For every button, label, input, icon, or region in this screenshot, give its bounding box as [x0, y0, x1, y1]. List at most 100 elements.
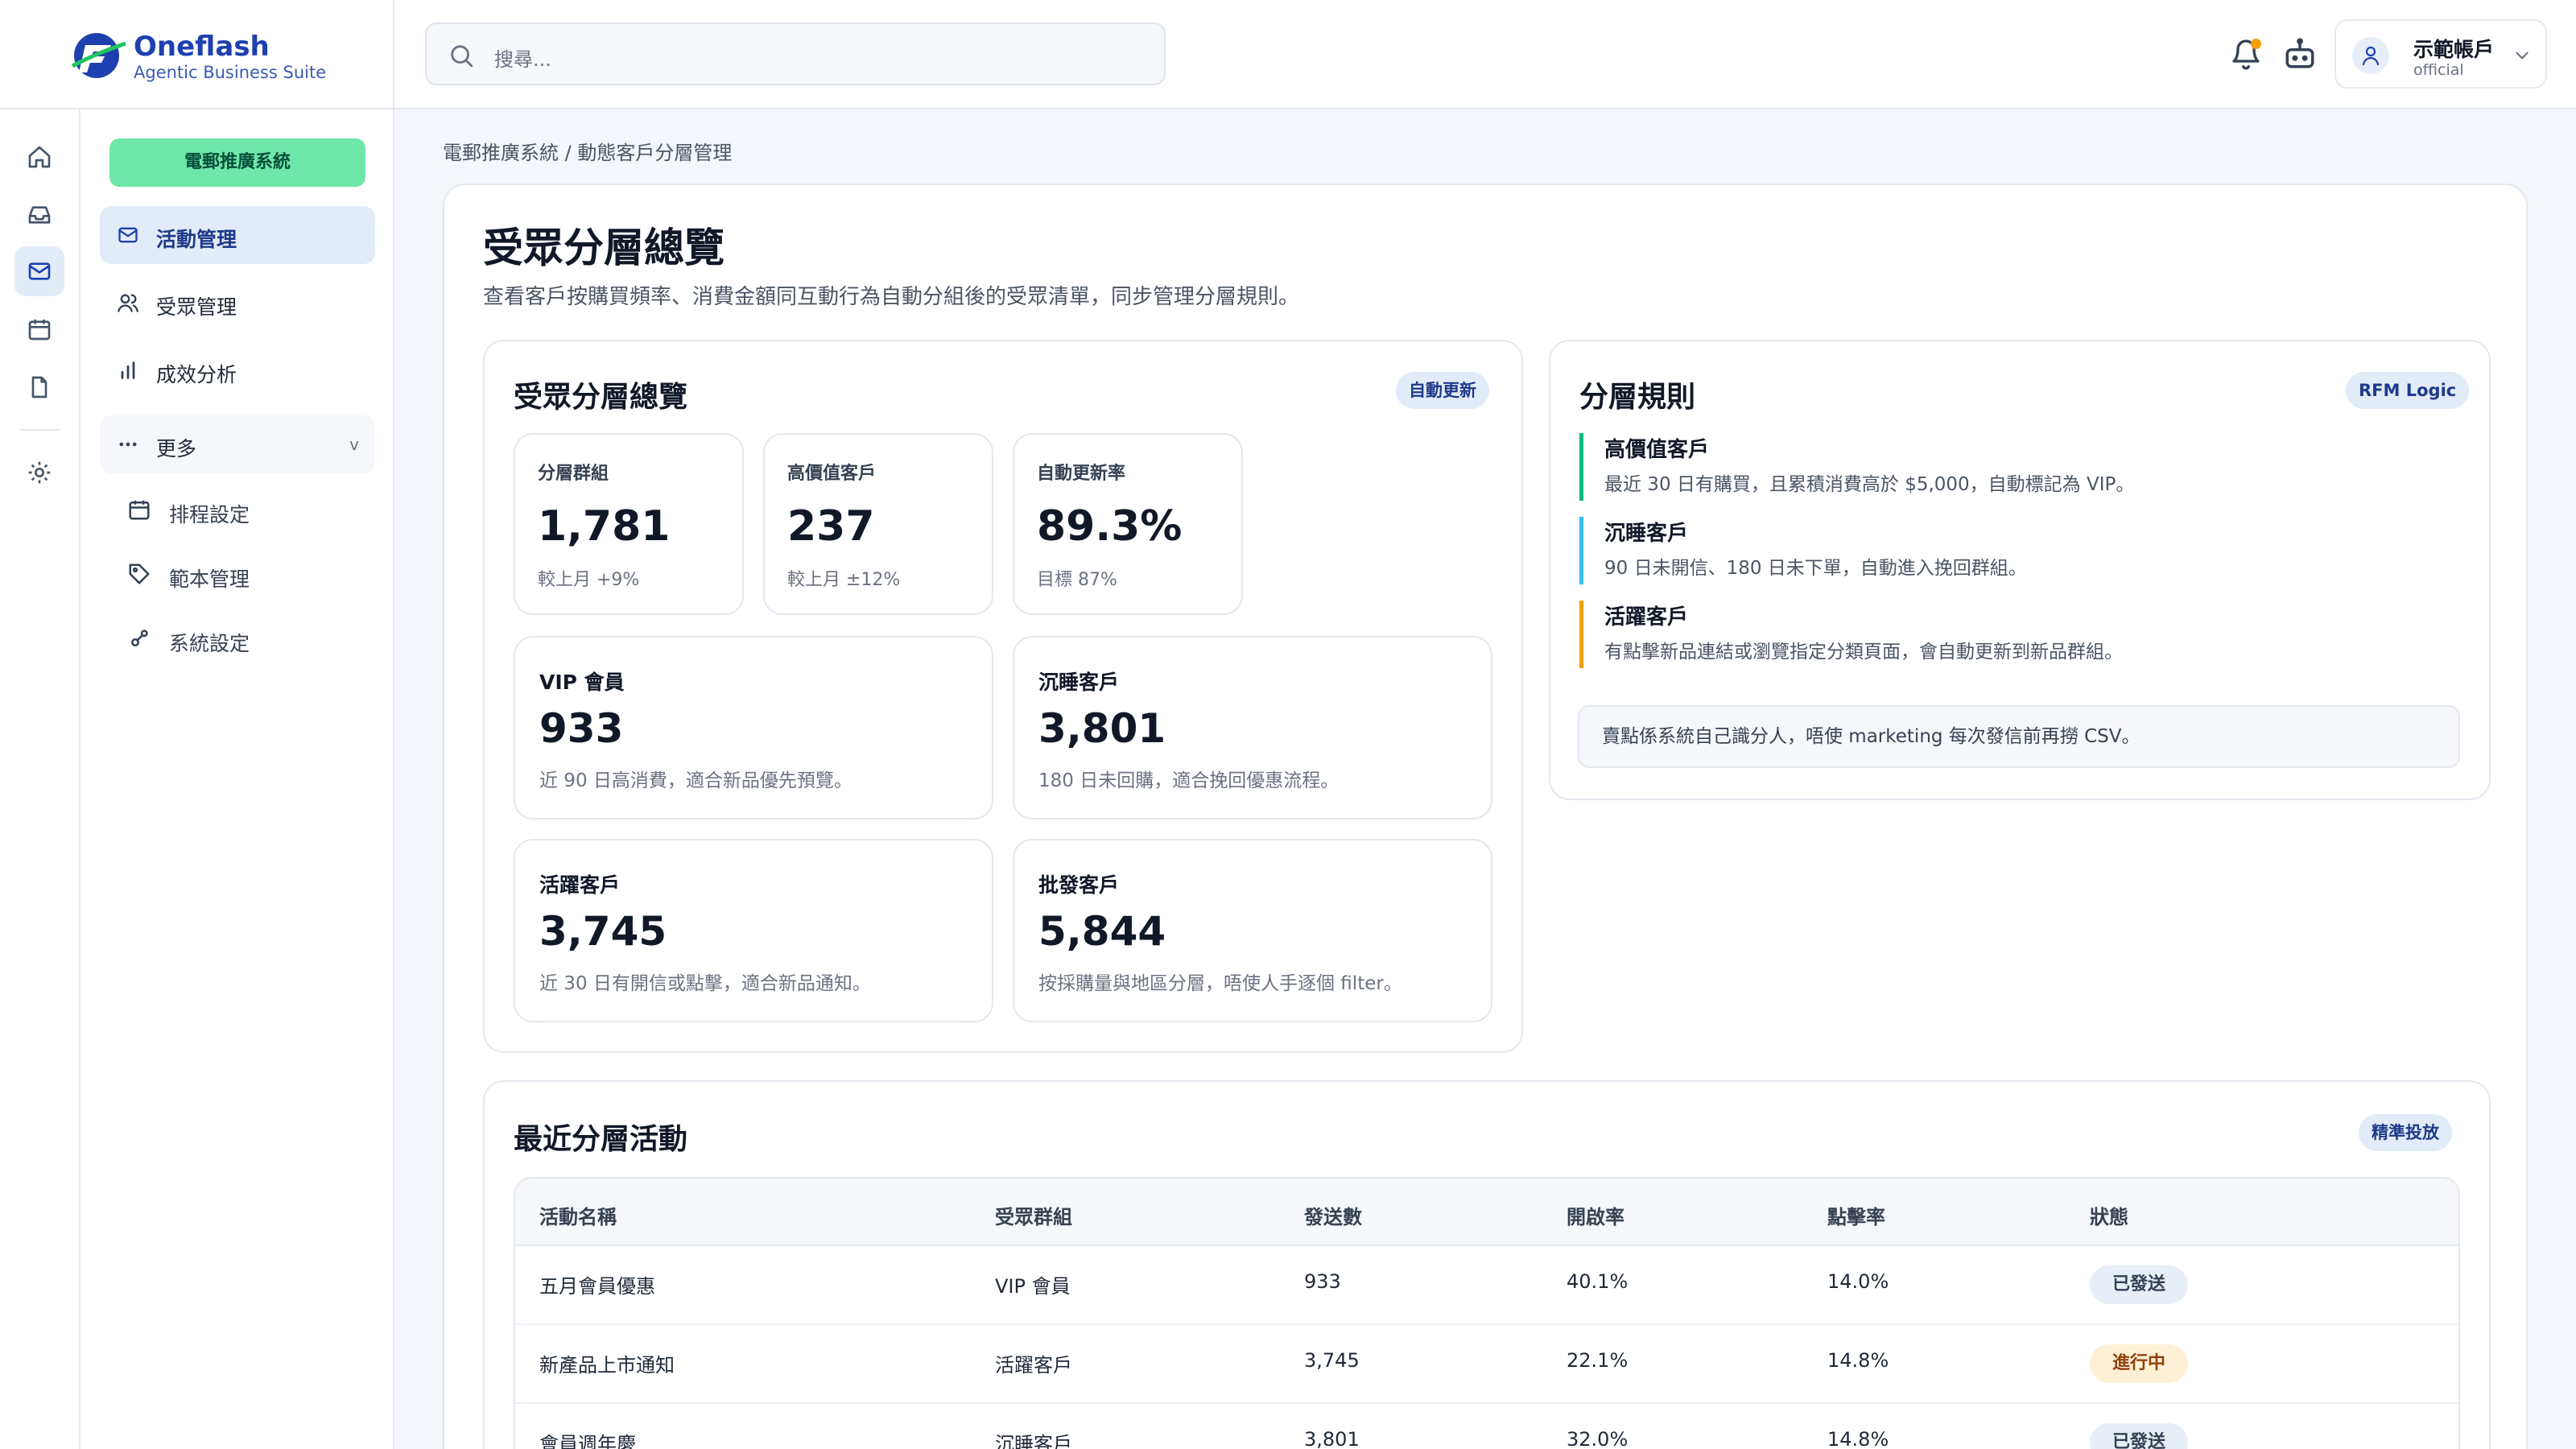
- sidebar-subitem-templates[interactable]: 範本管理: [127, 551, 369, 599]
- segment-card-active[interactable]: 活躍客戶 3,745 近 30 日有開信或點擊，適合新品通知。: [514, 839, 993, 1022]
- overview-title: 受眾分層總覽: [514, 381, 688, 414]
- sidebar-subitem-label: 系統設定: [169, 632, 250, 655]
- segment-label: 批發客戶: [1038, 873, 1120, 897]
- stat-note: 較上月 ±12%: [787, 570, 901, 590]
- sidebar-item-audience[interactable]: 受眾管理: [100, 274, 375, 332]
- cell-click-rate: 14.8%: [1827, 1428, 1889, 1449]
- column-header[interactable]: 活動名稱: [539, 1201, 617, 1229]
- stat-value: 1,781: [538, 502, 671, 551]
- sidebar-item-more[interactable]: 更多 v: [100, 415, 375, 473]
- calendar-icon: [129, 500, 150, 520]
- rail-inbox[interactable]: [14, 190, 64, 240]
- cell-sent-count: 3,745: [1304, 1349, 1360, 1372]
- ai-assistant-icon[interactable]: [2283, 37, 2317, 71]
- rfm-logic-badge: RFM Logic: [2346, 372, 2470, 409]
- rules-title: 分層規則: [1579, 381, 1696, 414]
- rule-dormant[interactable]: 沉睡客戶 90 日未開信、180 日未下單，自動進入挽回群組。: [1579, 517, 2143, 584]
- rule-name: 沉睡客戶: [1604, 522, 1689, 546]
- more-dots-icon: [119, 442, 137, 447]
- rail-settings[interactable]: [14, 448, 64, 497]
- users-icon: [118, 294, 138, 312]
- sidebar: 電郵推廣系統 活動管理 受眾管理 成效分析 更多 v 排程設定 範本管理 系統設…: [80, 109, 394, 1449]
- sidebar-item-label: 成效分析: [156, 363, 237, 386]
- gear-icon: [28, 461, 51, 484]
- segment-value: 3,745: [539, 908, 667, 955]
- rule-high-value[interactable]: 高價值客戶 最近 30 日有購買，且累積消費高於 $5,000，自動標記為 VI…: [1579, 433, 2143, 501]
- cell-open-rate: 22.1%: [1567, 1349, 1629, 1372]
- table-row[interactable]: 新產品上市通知 活躍客戶 3,745 22.1% 14.8% 進行中: [515, 1325, 2458, 1404]
- segment-value: 5,844: [1038, 908, 1166, 955]
- rail-home[interactable]: [14, 132, 64, 182]
- segment-card-wholesale[interactable]: 批發客戶 5,844 按採購量與地區分層，唔使人手逐個 filter。: [1013, 839, 1492, 1022]
- sidebar-item-label: 更多: [156, 437, 197, 460]
- cell-click-rate: 14.8%: [1827, 1349, 1889, 1372]
- sidebar-item-analytics[interactable]: 成效分析: [100, 341, 375, 399]
- segment-value: 933: [539, 705, 624, 752]
- rule-description: 有點擊新品連結或瀏覽指定分類頁面，會自動更新到新品群組。: [1604, 642, 2123, 663]
- sidebar-item-campaigns[interactable]: 活動管理: [100, 206, 375, 264]
- cell-click-rate: 14.0%: [1827, 1270, 1889, 1293]
- rail-document[interactable]: [14, 362, 64, 412]
- chevron-down-icon: v: [349, 435, 359, 454]
- table-row[interactable]: 五月會員優惠 VIP 會員 933 40.1% 14.0% 已發送: [515, 1246, 2458, 1325]
- rail-calendar[interactable]: [14, 304, 64, 354]
- status-badge: 進行中: [2090, 1344, 2189, 1383]
- tag-icon: [129, 564, 150, 584]
- page-title: 受眾分層總覽: [483, 225, 724, 271]
- segment-label: VIP 會員: [539, 671, 625, 694]
- mail-icon: [118, 227, 138, 243]
- brand-logo[interactable]: Oneflash Agentic Business Suite: [0, 0, 394, 109]
- search-placeholder: 搜尋...: [494, 48, 551, 71]
- user-icon: [2362, 46, 2380, 66]
- activity-title: 最近分層活動: [514, 1123, 688, 1156]
- segment-label: 活躍客戶: [539, 873, 621, 897]
- rules-note: 賣點係系統自己識分人，唔使 marketing 每次發信前再撈 CSV。: [1578, 705, 2460, 768]
- stat-card-update-rate: 自動更新率 89.3% 目標 87%: [1013, 433, 1243, 615]
- segment-value: 3,801: [1038, 705, 1166, 752]
- activity-table: 活動名稱 受眾群組 發送數 開啟率 點擊率 狀態 五月會員優惠 VIP 會員 9…: [514, 1177, 2460, 1449]
- stat-card-groups: 分層群組 1,781 較上月 +9%: [514, 433, 744, 615]
- column-header[interactable]: 受眾群組: [995, 1201, 1072, 1229]
- sidebar-subitem-schedule[interactable]: 排程設定: [127, 486, 369, 535]
- stat-value: 237: [787, 502, 875, 551]
- account-name: 示範帳戶: [2413, 38, 2495, 61]
- sidebar-subitem-settings[interactable]: 系統設定: [127, 615, 369, 663]
- stat-label: 高價值客戶: [787, 464, 877, 484]
- rail-divider: [19, 429, 61, 431]
- table-header: 活動名稱 受眾群組 發送數 開啟率 點擊率 狀態: [515, 1179, 2458, 1246]
- account-menu[interactable]: 示範帳戶 official: [2334, 19, 2547, 89]
- app-tagline: Agentic Business Suite: [134, 63, 327, 82]
- cell-campaign-name: 會員週年慶: [539, 1433, 636, 1449]
- rule-description: 90 日未開信、180 日未下單，自動進入挽回群組。: [1604, 558, 2027, 579]
- cell-audience-group: 活躍客戶: [995, 1354, 1072, 1377]
- breadcrumb[interactable]: 電郵推廣系統 / 動態客戶分層管理: [443, 137, 732, 165]
- table-row[interactable]: 會員週年慶 沉睡客戶 3,801 32.0% 14.8% 已發送: [515, 1404, 2458, 1449]
- sidebar-item-label: 受眾管理: [156, 295, 237, 319]
- column-header[interactable]: 點擊率: [1827, 1201, 1885, 1229]
- stat-card-high-value: 高價值客戶 237 較上月 ±12%: [763, 433, 993, 615]
- avatar: [2352, 37, 2389, 74]
- search-icon: [451, 45, 473, 68]
- segment-label: 沉睡客戶: [1038, 671, 1120, 694]
- column-header[interactable]: 開啟率: [1567, 1201, 1624, 1229]
- calendar-icon: [28, 320, 51, 341]
- stat-note: 較上月 +9%: [538, 570, 640, 590]
- segment-card-vip[interactable]: VIP 會員 933 近 90 日高消費，適合新品優先預覽。: [514, 636, 993, 819]
- top-header: Oneflash Agentic Business Suite 搜尋... 示範…: [0, 0, 2576, 109]
- cell-campaign-name: 五月會員優惠: [539, 1275, 655, 1298]
- segment-card-dormant[interactable]: 沉睡客戶 3,801 180 日未回購，適合挽回優惠流程。: [1013, 636, 1492, 819]
- notification-dot: [2251, 39, 2261, 49]
- targeting-badge: 精準投放: [2359, 1114, 2452, 1151]
- module-button[interactable]: 電郵推廣系統: [109, 138, 365, 187]
- column-header[interactable]: 狀態: [2090, 1201, 2128, 1229]
- page-description: 查看客戶按購買頻率、消費金額同互動行為自動分組後的受眾清單，同步管理分層規則。: [483, 285, 1300, 309]
- app-name: Oneflash: [134, 31, 270, 63]
- bar-chart-icon: [121, 361, 135, 379]
- column-header[interactable]: 發送數: [1304, 1201, 1362, 1229]
- account-type: official: [2413, 61, 2464, 79]
- rail-mail[interactable]: [14, 246, 64, 296]
- rule-active[interactable]: 活躍客戶 有點擊新品連結或瀏覽指定分類頁面，會自動更新到新品群組。: [1579, 601, 2143, 668]
- status-badge: 已發送: [2090, 1423, 2189, 1449]
- auto-update-badge: 自動更新: [1396, 372, 1489, 409]
- search-input[interactable]: 搜尋...: [425, 23, 1166, 85]
